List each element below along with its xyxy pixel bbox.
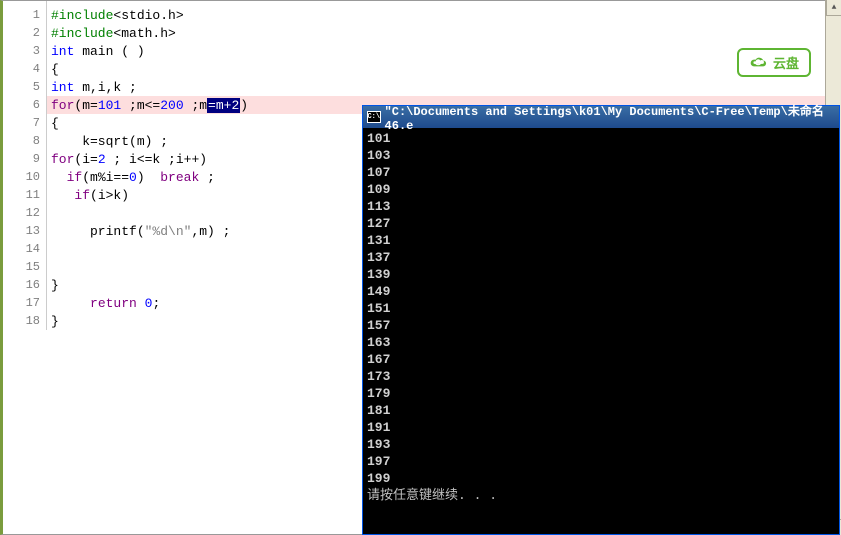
line-number[interactable]: 13 bbox=[3, 222, 46, 240]
code-token: (i= bbox=[74, 152, 97, 167]
console-output-line: 107 bbox=[367, 164, 835, 181]
code-line[interactable]: int main ( ) bbox=[47, 42, 840, 60]
code-token: ) bbox=[137, 170, 160, 185]
code-token: 0 bbox=[145, 296, 153, 311]
code-token: 0 bbox=[129, 170, 137, 185]
code-token: (i>k) bbox=[90, 188, 129, 203]
line-number[interactable]: 11 bbox=[3, 186, 46, 204]
code-token: } bbox=[51, 314, 59, 329]
scroll-up-arrow[interactable]: ▲ bbox=[826, 0, 841, 16]
code-token: printf( bbox=[51, 224, 145, 239]
code-token: 200 bbox=[160, 98, 183, 113]
line-number[interactable]: 6 bbox=[3, 96, 46, 114]
console-prompt: 请按任意键继续. . . bbox=[367, 487, 835, 504]
code-token: ; bbox=[152, 296, 160, 311]
console-output-line: 193 bbox=[367, 436, 835, 453]
console-output-line: 149 bbox=[367, 283, 835, 300]
line-number[interactable]: 3 bbox=[3, 42, 46, 60]
console-output-line: 157 bbox=[367, 317, 835, 334]
code-token: <math.h> bbox=[113, 26, 175, 41]
console-output-line: 127 bbox=[367, 215, 835, 232]
line-number[interactable]: 2 bbox=[3, 24, 46, 42]
code-token: 2 bbox=[98, 152, 106, 167]
console-output-line: 139 bbox=[367, 266, 835, 283]
line-number[interactable]: 12 bbox=[3, 204, 46, 222]
console-output-line: 103 bbox=[367, 147, 835, 164]
line-number[interactable]: 5 bbox=[3, 78, 46, 96]
code-token: } bbox=[51, 278, 59, 293]
breakpoint-column[interactable] bbox=[0, 1, 1, 534]
console-window[interactable]: C:\ "C:\Documents and Settings\k01\My Do… bbox=[362, 105, 840, 535]
code-token: #include bbox=[51, 26, 113, 41]
line-number[interactable]: 14 bbox=[3, 240, 46, 258]
console-output-line: 101 bbox=[367, 130, 835, 147]
code-token: ;m<= bbox=[121, 98, 160, 113]
console-output-line: 197 bbox=[367, 453, 835, 470]
code-token: ,m) ; bbox=[191, 224, 230, 239]
console-output-line: 173 bbox=[367, 368, 835, 385]
code-token: "%d\n" bbox=[145, 224, 192, 239]
console-output-line: 191 bbox=[367, 419, 835, 436]
console-output-line: 179 bbox=[367, 385, 835, 402]
line-number[interactable]: 4 bbox=[3, 60, 46, 78]
code-token: main ( ) bbox=[74, 44, 144, 59]
code-token: int bbox=[51, 44, 74, 59]
code-token: (m= bbox=[74, 98, 97, 113]
code-token bbox=[51, 188, 74, 203]
code-token: if bbox=[67, 170, 83, 185]
console-output-line: 167 bbox=[367, 351, 835, 368]
line-number[interactable]: 8 bbox=[3, 132, 46, 150]
console-output-area: 1011031071091131271311371391491511571631… bbox=[363, 128, 839, 506]
code-token: =m+2 bbox=[207, 98, 240, 113]
line-number[interactable]: 7 bbox=[3, 114, 46, 132]
console-icon: C:\ bbox=[367, 111, 381, 123]
code-token bbox=[51, 170, 67, 185]
line-number-gutter[interactable]: 123456789101112131415161718 bbox=[3, 1, 47, 330]
console-output-line: 163 bbox=[367, 334, 835, 351]
console-title: "C:\Documents and Settings\k01\My Docume… bbox=[385, 102, 835, 133]
code-token: ; i<=k ;i++) bbox=[106, 152, 207, 167]
code-token: return bbox=[90, 296, 137, 311]
code-token: (m%i== bbox=[82, 170, 129, 185]
code-token: break bbox=[160, 170, 199, 185]
code-token: for bbox=[51, 152, 74, 167]
code-token: int bbox=[51, 80, 74, 95]
console-output-line: 199 bbox=[367, 470, 835, 487]
console-output-line: 137 bbox=[367, 249, 835, 266]
code-token bbox=[137, 296, 145, 311]
code-line[interactable]: #include<math.h> bbox=[47, 24, 840, 42]
code-token: 101 bbox=[98, 98, 121, 113]
line-number[interactable]: 18 bbox=[3, 312, 46, 330]
code-line[interactable]: { bbox=[47, 60, 840, 78]
code-token: k=sqrt(m) ; bbox=[51, 134, 168, 149]
code-token: { bbox=[51, 62, 59, 77]
code-token: for bbox=[51, 98, 74, 113]
code-token: { bbox=[51, 116, 59, 131]
line-number[interactable]: 10 bbox=[3, 168, 46, 186]
line-number[interactable]: 15 bbox=[3, 258, 46, 276]
line-number[interactable]: 16 bbox=[3, 276, 46, 294]
code-line[interactable]: int m,i,k ; bbox=[47, 78, 840, 96]
code-token: <stdio.h> bbox=[113, 8, 183, 23]
console-output-line: 181 bbox=[367, 402, 835, 419]
code-line[interactable]: #include<stdio.h> bbox=[47, 6, 840, 24]
code-token: ; bbox=[199, 170, 215, 185]
code-token: ) bbox=[240, 98, 248, 113]
cloud-icon bbox=[749, 56, 769, 70]
console-titlebar[interactable]: C:\ "C:\Documents and Settings\k01\My Do… bbox=[363, 106, 839, 128]
line-number[interactable]: 1 bbox=[3, 6, 46, 24]
code-token bbox=[51, 296, 90, 311]
cloud-disk-label: 云盘 bbox=[773, 53, 799, 72]
console-output-line: 151 bbox=[367, 300, 835, 317]
line-number[interactable]: 17 bbox=[3, 294, 46, 312]
code-token: m,i,k ; bbox=[74, 80, 136, 95]
console-output-line: 109 bbox=[367, 181, 835, 198]
code-token: if bbox=[74, 188, 90, 203]
code-token: #include bbox=[51, 8, 113, 23]
code-token: ;m bbox=[184, 98, 207, 113]
cloud-disk-button[interactable]: 云盘 bbox=[737, 48, 811, 77]
line-number[interactable]: 9 bbox=[3, 150, 46, 168]
console-output-line: 131 bbox=[367, 232, 835, 249]
console-output-line: 113 bbox=[367, 198, 835, 215]
